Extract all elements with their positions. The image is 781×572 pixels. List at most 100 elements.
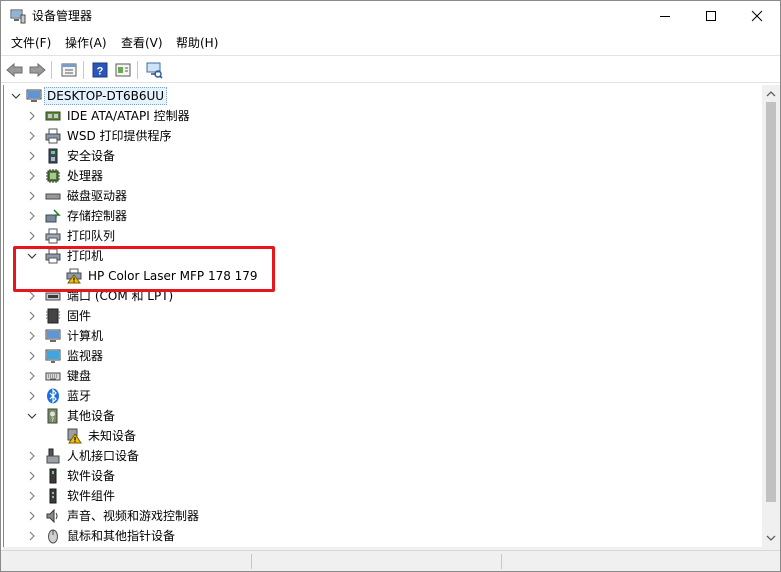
tree-item-label: 鼠标和其他指针设备 [67, 529, 176, 543]
sound-icon [46, 508, 58, 524]
properties-button[interactable] [59, 60, 79, 80]
chevron-down-icon[interactable] [26, 250, 38, 262]
printer-warning-icon [66, 268, 82, 284]
monitor-icon [45, 349, 61, 363]
svg-text:?: ? [97, 66, 104, 78]
tree-category-item[interactable]: 声音、视频和游戏控制器 [4, 506, 761, 526]
software-device-icon [49, 468, 57, 484]
chevron-right-icon[interactable] [26, 150, 38, 162]
tree-category-item[interactable]: 磁盘驱动器 [4, 186, 761, 206]
status-divider [251, 554, 252, 569]
scroll-down-arrow-icon[interactable] [766, 533, 776, 543]
tree-category-item[interactable]: 监视器 [4, 346, 761, 366]
tree-device-item[interactable]: HP Color Laser MFP 178 179 [4, 266, 761, 286]
tree-category-item[interactable]: 打印机 [4, 246, 761, 266]
tree-item-label: 声音、视频和游戏控制器 [67, 509, 200, 523]
chevron-down-icon[interactable] [10, 90, 22, 102]
tree-category-item[interactable]: 软件设备 [4, 466, 761, 486]
tree-category-item[interactable]: 蓝牙 [4, 386, 761, 406]
vertical-scrollbar[interactable] [762, 85, 780, 547]
tree-category-item[interactable]: WSD 打印提供程序 [4, 126, 761, 146]
chevron-right-icon[interactable] [26, 230, 38, 242]
tree-category-item[interactable]: 端口 (COM 和 LPT) [4, 286, 761, 306]
chevron-right-icon[interactable] [26, 330, 38, 342]
chevron-right-icon[interactable] [26, 110, 38, 122]
device-tree[interactable]: DESKTOP-DT6B6UU IDE ATA/ATAPI 控制器 WSD 打印提… [3, 85, 761, 547]
tree-item-label: 人机接口设备 [67, 449, 140, 463]
title-bar[interactable]: 设备管理器 [1, 1, 780, 31]
maximize-button[interactable] [688, 1, 734, 31]
chevron-right-icon[interactable] [26, 210, 38, 222]
port-icon [45, 292, 61, 301]
help-button[interactable]: ? [90, 60, 110, 80]
tree-category-item[interactable]: ? 其他设备 [4, 406, 761, 426]
update-driver-button[interactable] [113, 60, 133, 80]
minimize-button[interactable] [642, 1, 688, 31]
tree-category-item[interactable]: 处理器 [4, 166, 761, 186]
security-device-icon [48, 148, 58, 164]
chevron-right-icon[interactable] [26, 510, 38, 522]
software-component-icon [49, 488, 57, 504]
other-devices-icon: ? [47, 408, 58, 424]
tree-category-item[interactable]: 安全设备 [4, 146, 761, 166]
tree-item-label: 处理器 [67, 169, 104, 183]
forward-button[interactable] [27, 60, 47, 80]
disk-drive-icon [45, 193, 61, 200]
unknown-device-warning-icon [67, 428, 82, 444]
chevron-right-icon[interactable] [26, 370, 38, 382]
chevron-right-icon[interactable] [26, 350, 38, 362]
chevron-right-icon[interactable] [26, 450, 38, 462]
tree-item-label: 打印队列 [67, 229, 116, 243]
tree-device-item[interactable]: 未知设备 [4, 426, 761, 446]
chevron-right-icon[interactable] [26, 130, 38, 142]
close-button[interactable] [734, 1, 780, 31]
tree-category-item[interactable]: 人机接口设备 [4, 446, 761, 466]
tree-category-item[interactable]: 计算机 [4, 326, 761, 346]
hid-icon [46, 448, 60, 464]
chevron-right-icon[interactable] [26, 490, 38, 502]
chevron-right-icon[interactable] [26, 290, 38, 302]
window-title: 设备管理器 [32, 9, 93, 23]
svg-text:?: ? [51, 417, 54, 424]
menu-view[interactable]: 查看(V) [121, 35, 163, 51]
chevron-right-icon[interactable] [26, 530, 38, 542]
chevron-right-icon[interactable] [26, 390, 38, 402]
bluetooth-icon [47, 388, 59, 404]
chevron-right-icon[interactable] [26, 310, 38, 322]
back-button[interactable] [5, 60, 25, 80]
menu-action[interactable]: 操作(A) [65, 35, 107, 51]
chevron-right-icon[interactable] [26, 190, 38, 202]
chevron-right-icon[interactable] [26, 170, 38, 182]
forward-arrow-icon [29, 62, 46, 78]
tree-item-label: 其他设备 [67, 409, 116, 423]
scrollbar-thumb[interactable] [766, 102, 776, 502]
computer-icon [45, 329, 61, 342]
tree-root[interactable]: DESKTOP-DT6B6UU [4, 86, 761, 106]
tree-category-item[interactable]: 打印队列 [4, 226, 761, 246]
mouse-icon [48, 529, 58, 544]
back-arrow-icon [6, 62, 23, 78]
tree-item-label: 键盘 [67, 369, 92, 383]
scan-hardware-button[interactable] [144, 60, 164, 80]
menu-file[interactable]: 文件(F) [11, 35, 51, 51]
chevron-right-icon[interactable] [26, 470, 38, 482]
tree-category-item[interactable]: IDE ATA/ATAPI 控制器 [4, 106, 761, 126]
tree-category-item[interactable]: 固件 [4, 306, 761, 326]
root-computer-name[interactable]: DESKTOP-DT6B6UU [44, 87, 168, 105]
device-manager-window: 设备管理器 文件(F) 操作(A) 查看(V) 帮助(H) ? DESKTOP-… [0, 0, 781, 572]
menu-help[interactable]: 帮助(H) [176, 35, 218, 51]
chevron-down-icon[interactable] [26, 410, 38, 422]
tree-category-item[interactable]: 键盘 [4, 366, 761, 386]
tree-category-item[interactable]: 鼠标和其他指针设备 [4, 526, 761, 546]
tree-item-label: 端口 (COM 和 LPT) [67, 289, 174, 303]
tree-item-label: 监视器 [67, 349, 104, 363]
tree-category-item[interactable]: 存储控制器 [4, 206, 761, 226]
tree-item-label: 软件组件 [67, 489, 116, 503]
tree-item-label: 未知设备 [88, 429, 137, 443]
toolbar-separator [137, 61, 138, 79]
scroll-up-arrow-icon[interactable] [766, 89, 776, 99]
printer-icon [45, 128, 61, 144]
firmware-icon [46, 308, 60, 324]
maximize-icon [706, 11, 716, 21]
tree-category-item[interactable]: 软件组件 [4, 486, 761, 506]
